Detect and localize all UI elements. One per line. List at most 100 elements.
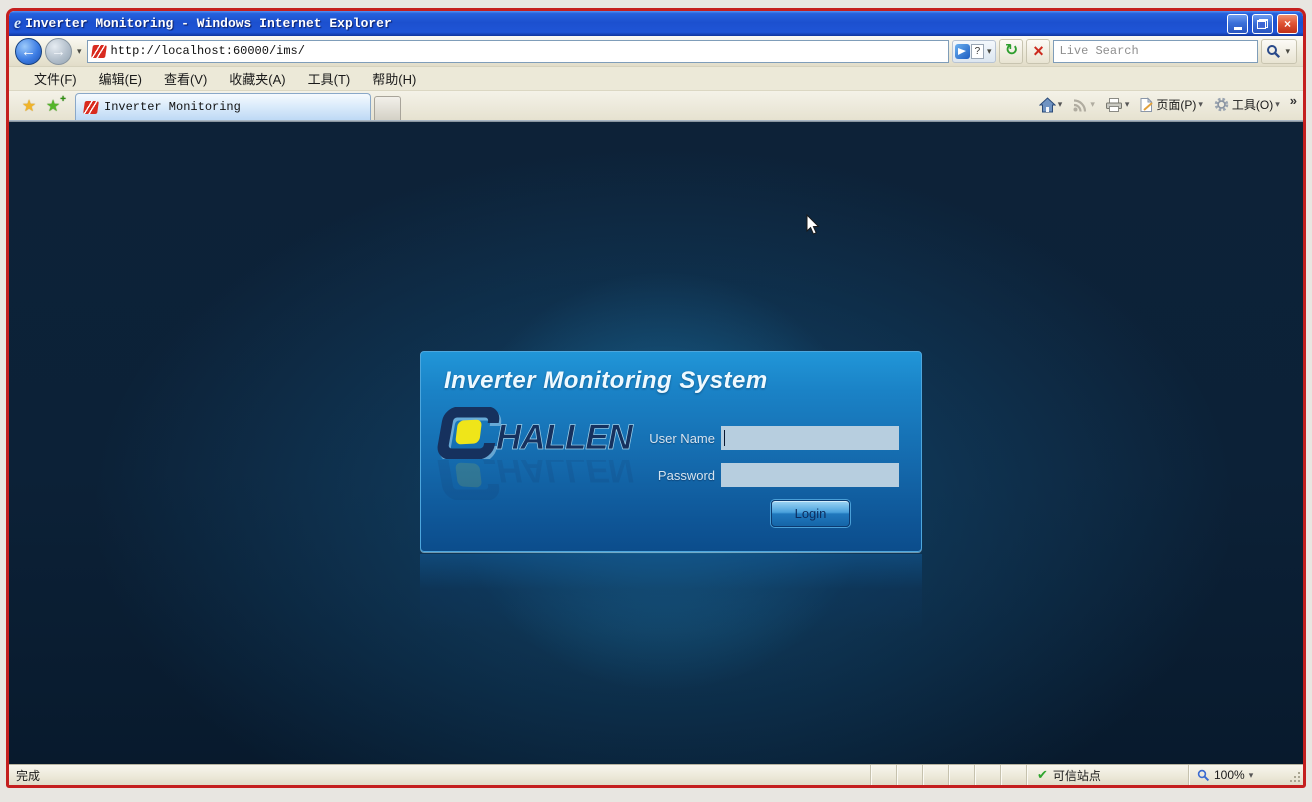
zoom-magnifier-icon: [1197, 769, 1210, 782]
address-bar[interactable]: [87, 40, 949, 63]
history-dropdown-icon[interactable]: ▾: [75, 46, 84, 57]
tools-menu-button[interactable]: 工具(O) ▾: [1209, 93, 1284, 116]
challen-logo: HALLEN HALLEN: [434, 407, 674, 500]
plugin-icon: [955, 44, 970, 59]
add-favorite-button[interactable]: ★+: [41, 93, 65, 119]
stop-icon: ×: [1033, 42, 1044, 60]
toolbar-overflow-icon[interactable]: »: [1286, 93, 1297, 108]
page-menu-button[interactable]: 页面(P) ▾: [1135, 93, 1207, 116]
security-zone-label: 可信站点: [1053, 767, 1101, 784]
status-pane: [1000, 765, 1026, 785]
password-input[interactable]: [721, 463, 899, 487]
login-button[interactable]: Login: [771, 500, 850, 527]
resize-grip[interactable]: [1288, 765, 1303, 785]
password-label: Password: [658, 468, 715, 483]
add-favorite-star-icon: ★: [46, 96, 60, 116]
new-tab-button[interactable]: [374, 96, 401, 120]
logo-reflection: HALLEN: [434, 460, 674, 500]
tab-inverter-monitoring[interactable]: Inverter Monitoring: [75, 93, 371, 120]
status-pane: [870, 765, 896, 785]
status-pane: [948, 765, 974, 785]
tab-title: Inverter Monitoring: [104, 100, 241, 114]
favorites-center-button[interactable]: ★: [17, 93, 41, 119]
svg-text:HALLEN: HALLEN: [496, 460, 634, 489]
search-button[interactable]: ▾: [1261, 39, 1297, 64]
menu-view[interactable]: 查看(V): [153, 67, 218, 90]
text-caret: [724, 430, 725, 446]
page-icon: [1139, 97, 1154, 113]
status-pane: [922, 765, 948, 785]
username-row: User Name: [649, 426, 899, 450]
feeds-button[interactable]: ▾: [1068, 94, 1099, 116]
username-input[interactable]: [721, 426, 899, 450]
forward-button[interactable]: →: [45, 38, 72, 65]
page-dropdown-icon: ▾: [1198, 99, 1203, 110]
feeds-dropdown-icon: ▾: [1090, 99, 1095, 110]
address-input[interactable]: [111, 44, 944, 58]
panel-reflection: [420, 554, 922, 632]
menu-help[interactable]: 帮助(H): [361, 67, 427, 90]
menu-edit[interactable]: 编辑(E): [88, 67, 153, 90]
plugin-help-icon: ?: [971, 44, 984, 59]
page-menu-label: 页面(P): [1156, 96, 1196, 113]
refresh-button[interactable]: ↻: [999, 39, 1023, 64]
security-zone-pane: ✔ 可信站点: [1026, 765, 1188, 785]
menu-file[interactable]: 文件(F): [23, 67, 88, 90]
tools-menu-label: 工具(O): [1232, 96, 1273, 113]
minimize-icon: [1234, 27, 1242, 30]
close-icon: ×: [1284, 17, 1291, 31]
restore-button[interactable]: [1252, 14, 1273, 34]
tab-favicon-icon: [83, 101, 99, 114]
home-button[interactable]: ▾: [1035, 94, 1067, 116]
window-title: Inverter Monitoring - Windows Internet E…: [25, 16, 1223, 31]
minimize-button[interactable]: [1227, 14, 1248, 34]
rss-feed-icon: [1072, 97, 1088, 113]
close-button[interactable]: ×: [1277, 14, 1298, 34]
back-button[interactable]: ←: [15, 38, 42, 65]
page-viewport: Inverter Monitoring System HALLEN: [9, 121, 1303, 764]
plugin-dropdown-icon: ▾: [985, 46, 994, 57]
status-text: 完成: [9, 765, 870, 785]
login-panel: Inverter Monitoring System HALLEN: [420, 351, 922, 552]
menu-bar: 文件(F) 编辑(E) 查看(V) 收藏夹(A) 工具(T) 帮助(H): [9, 67, 1303, 91]
stop-button[interactable]: ×: [1026, 39, 1050, 64]
search-dropdown-icon[interactable]: ▾: [1283, 46, 1292, 57]
search-icon: [1266, 44, 1281, 59]
printer-icon: [1105, 97, 1123, 113]
live-search-box[interactable]: [1053, 40, 1258, 63]
status-pane: [896, 765, 922, 785]
menu-tools[interactable]: 工具(T): [297, 67, 362, 90]
gear-icon: [1213, 96, 1230, 113]
zoom-level-label: 100%: [1214, 768, 1245, 782]
tab-bar: ★ ★+ Inverter Monitoring ▾ ▾: [9, 91, 1303, 121]
zoom-dropdown-icon[interactable]: ▾: [1249, 770, 1254, 781]
menu-favorites[interactable]: 收藏夹(A): [218, 67, 296, 90]
toolbar-plugin-button[interactable]: ? ▾: [952, 40, 997, 63]
system-title: Inverter Monitoring System: [444, 367, 768, 395]
mouse-cursor-icon: [806, 214, 820, 235]
trusted-check-icon: ✔: [1037, 767, 1048, 783]
site-favicon-icon: [91, 45, 107, 58]
grip-dots-icon: [1298, 780, 1300, 782]
search-input[interactable]: [1059, 44, 1252, 58]
logo-text: HALLEN: [496, 418, 634, 457]
print-dropdown-icon[interactable]: ▾: [1125, 99, 1130, 110]
zoom-control[interactable]: 100% ▾: [1188, 765, 1288, 785]
restore-icon: [1257, 19, 1268, 29]
username-label: User Name: [649, 431, 715, 446]
navigation-bar: ← → ▾ ? ▾ ↻ × ▾: [9, 36, 1303, 67]
command-bar: ▾ ▾ ▾: [1035, 91, 1297, 120]
challen-logo-icon: HALLEN: [434, 407, 674, 459]
home-dropdown-icon[interactable]: ▾: [1058, 99, 1063, 110]
browser-window: e Inverter Monitoring - Windows Internet…: [6, 8, 1306, 788]
password-row: Password: [658, 463, 899, 487]
ie-logo-icon: e: [14, 16, 21, 32]
status-bar: 完成 ✔ 可信站点 100% ▾: [9, 764, 1303, 785]
refresh-icon: ↻: [1005, 43, 1018, 59]
status-pane: [974, 765, 1000, 785]
title-bar: e Inverter Monitoring - Windows Internet…: [9, 11, 1303, 36]
print-button[interactable]: ▾: [1101, 94, 1134, 116]
home-icon: [1039, 97, 1056, 113]
tools-dropdown-icon: ▾: [1275, 99, 1280, 110]
add-favorite-plus-icon: +: [60, 94, 66, 105]
